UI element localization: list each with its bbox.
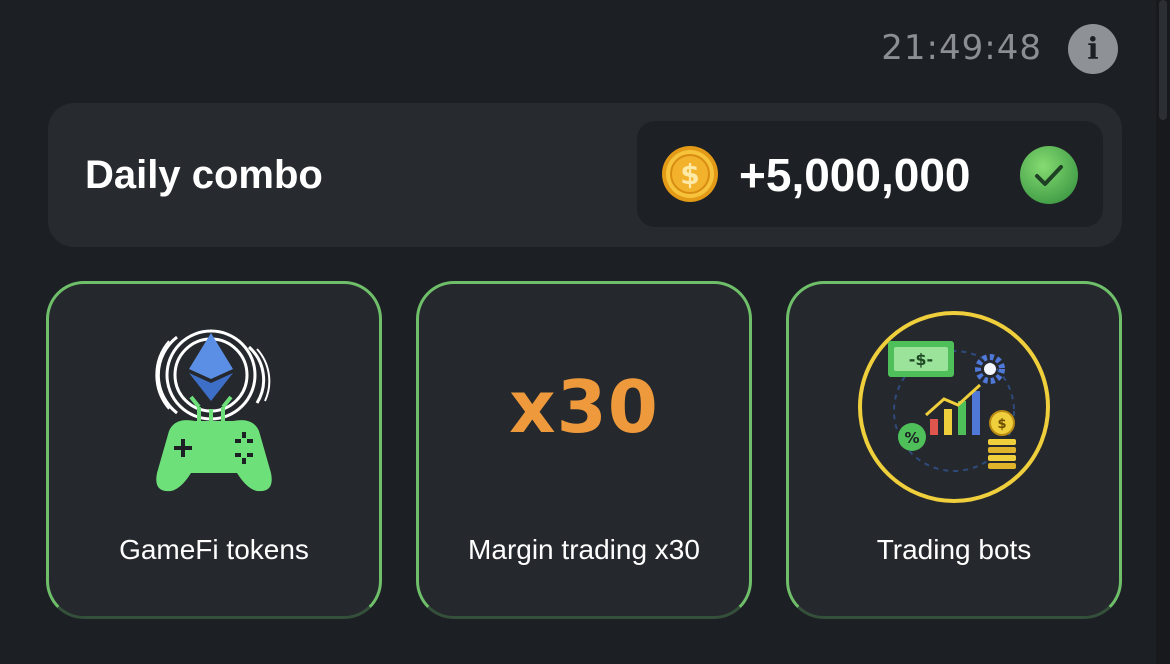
card-label: Trading bots	[876, 534, 1032, 565]
card-label: GameFi tokens	[119, 534, 309, 565]
daily-combo-panel: Daily combo $ +5,000,000	[48, 103, 1122, 247]
daily-combo-title: Daily combo	[85, 153, 323, 197]
svg-text:-$-: -$-	[909, 350, 933, 369]
svg-text:%: %	[904, 429, 919, 447]
reward-amount: +5,000,000	[739, 149, 971, 201]
info-button[interactable]: i	[1068, 24, 1118, 74]
scrollbar-thumb[interactable]	[1159, 0, 1167, 120]
info-icon: i	[1087, 31, 1099, 67]
combo-card-margin-trading[interactable]: x30 Margin trading x30	[416, 281, 752, 619]
card-visual: -$- % $	[789, 311, 1119, 503]
card-visual	[49, 312, 379, 502]
gamepad-ethereum-icon	[155, 329, 272, 492]
daily-combo-reward: $ +5,000,000	[637, 121, 1103, 227]
scrollbar[interactable]	[1156, 0, 1170, 664]
coin-symbol: $	[680, 158, 699, 191]
checkmark-icon	[1020, 146, 1078, 204]
x30-badge: x30	[509, 365, 659, 449]
card-visual: x30	[419, 312, 749, 502]
combo-card-trading-bots[interactable]: -$- % $ Trading bots	[786, 281, 1122, 619]
card-label: Margin trading x30	[468, 534, 700, 565]
countdown-timer: 21:49:48	[881, 28, 1042, 68]
svg-text:$: $	[997, 417, 1006, 432]
combo-card-gamefi[interactable]: GameFi tokens	[46, 281, 382, 619]
gold-coin-icon: $	[662, 146, 718, 202]
trading-bots-icon: -$- % $	[858, 311, 1050, 503]
